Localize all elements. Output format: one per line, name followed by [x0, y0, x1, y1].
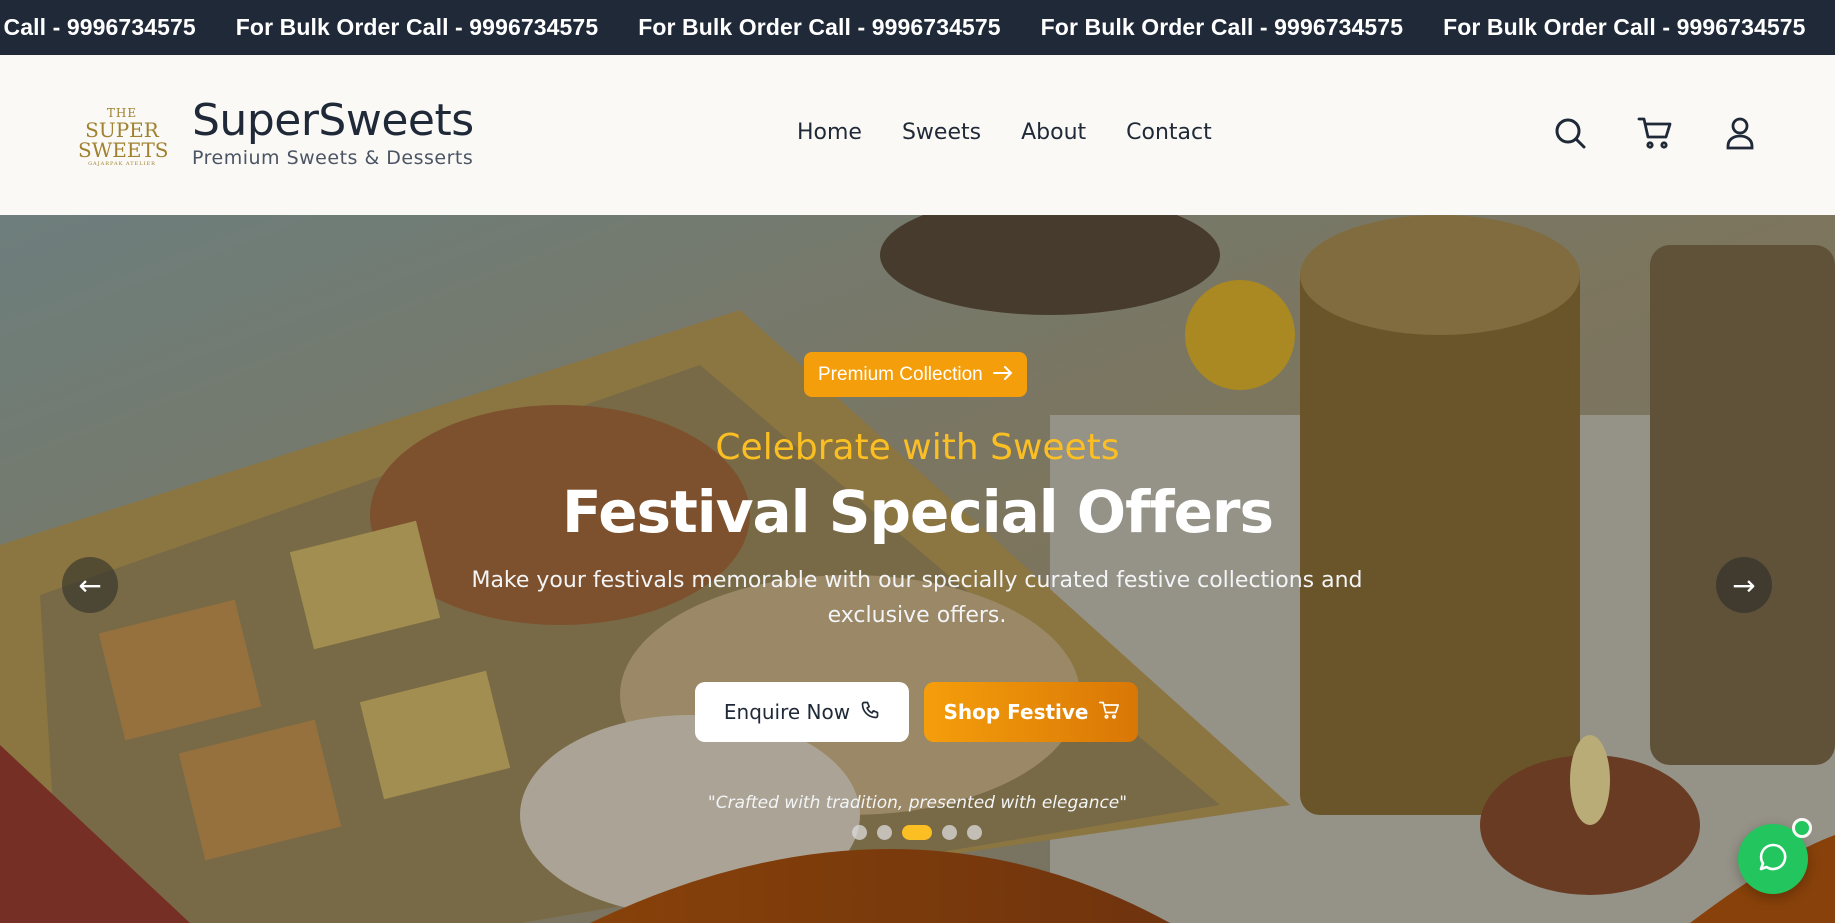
- hero-quote: "Crafted with tradition, presented with …: [707, 793, 1128, 813]
- hero-subheading: Celebrate with Sweets: [715, 427, 1120, 468]
- ticker-item: For Bulk Order Call - 9996734575: [235, 14, 599, 40]
- carousel-dot[interactable]: [942, 825, 957, 840]
- ticker-item: r Call - 9996734575: [0, 14, 196, 40]
- enquire-label: Enquire Now: [723, 700, 851, 724]
- hero-heading: Festival Special Offers: [561, 478, 1274, 546]
- hero-description: Make your festivals memorable with our s…: [471, 568, 1363, 628]
- arrow-left-icon: ←: [78, 568, 102, 602]
- logo-line: SUPER: [85, 118, 159, 142]
- online-indicator: [1792, 818, 1812, 838]
- badge-label: Premium Collection: [818, 363, 983, 385]
- carousel-dot[interactable]: [852, 825, 867, 840]
- enquire-now-button[interactable]: Enquire Now: [695, 682, 909, 742]
- carousel-dot[interactable]: [877, 825, 892, 840]
- ticker-item: For Bulk Order Call - 9996734575: [1040, 14, 1404, 40]
- phone-icon: [860, 700, 880, 725]
- announcement-ticker: r Call - 9996734575 For Bulk Order Call …: [0, 0, 1835, 55]
- search-icon[interactable]: [1552, 115, 1588, 151]
- nav-sweets[interactable]: Sweets: [902, 120, 981, 145]
- arrow-right-icon: [992, 364, 1013, 386]
- logo-line: SWEETS: [78, 138, 169, 162]
- ticker-item: For Bulk Order Call - 9996734575: [1443, 14, 1806, 40]
- ticker-track: r Call - 9996734575 For Bulk Order Call …: [0, 0, 1835, 55]
- carousel-dot-active[interactable]: [902, 825, 932, 840]
- nav-contact[interactable]: Contact: [1126, 120, 1212, 145]
- brand-name[interactable]: SuperSweets: [192, 95, 474, 146]
- cart-icon[interactable]: [1637, 115, 1673, 151]
- arrow-right-icon: →: [1732, 568, 1756, 602]
- carousel-dots: [852, 825, 982, 840]
- nav-about[interactable]: About: [1021, 120, 1086, 145]
- cart-icon: [1098, 700, 1119, 725]
- main-nav: Home Sweets About Contact: [797, 120, 1252, 145]
- carousel-dot[interactable]: [967, 825, 982, 840]
- carousel-prev-button[interactable]: ←: [62, 557, 118, 613]
- carousel-next-button[interactable]: →: [1716, 557, 1772, 613]
- hero-banner: Premium Collection Celebrate with Sweets…: [0, 215, 1835, 923]
- shop-festive-button[interactable]: Shop Festive: [924, 682, 1138, 742]
- shop-label: Shop Festive: [943, 700, 1089, 724]
- premium-collection-badge[interactable]: Premium Collection: [804, 352, 1027, 397]
- nav-home[interactable]: Home: [797, 120, 862, 145]
- logo-line: GAJARPAK ATELIER: [88, 161, 156, 167]
- ticker-item: For Bulk Order Call - 9996734575: [638, 14, 1001, 40]
- site-header: THE SUPER SWEETS GAJARPAK ATELIER SuperS…: [0, 55, 1835, 215]
- user-icon[interactable]: [1722, 115, 1758, 151]
- chat-bubble-icon: [1757, 841, 1789, 877]
- brand-tagline: Premium Sweets & Desserts: [192, 147, 474, 169]
- logo[interactable]: THE SUPER SWEETS GAJARPAK ATELIER: [78, 107, 169, 168]
